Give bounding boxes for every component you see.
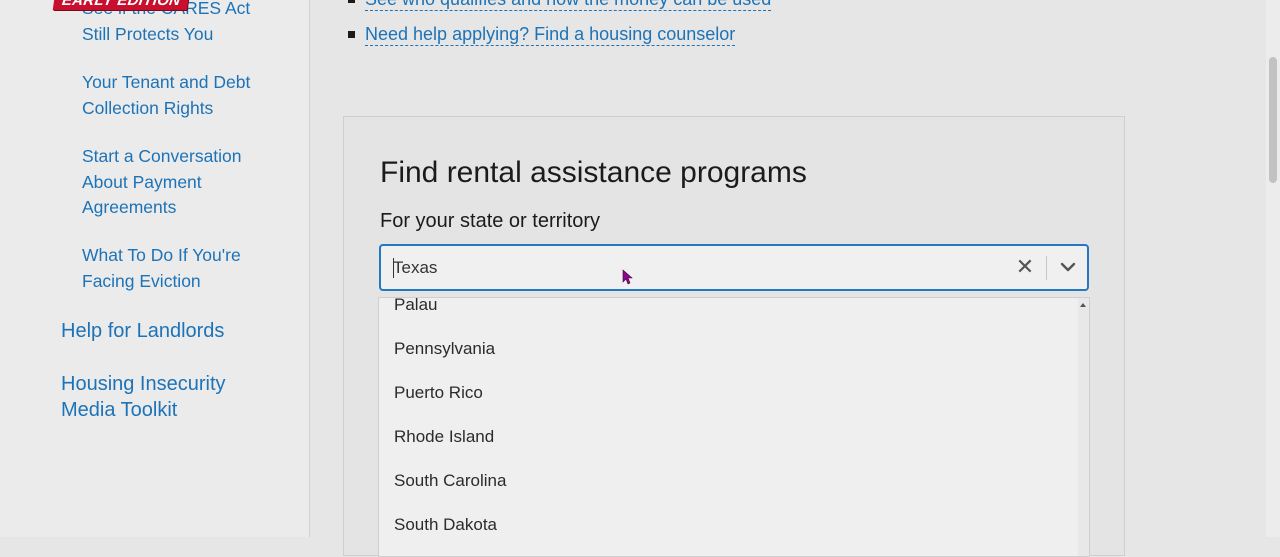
state-select[interactable]: Texas ✕ (379, 244, 1089, 291)
select-divider (1046, 256, 1047, 280)
option-puerto-rico[interactable]: Puerto Rico (394, 382, 483, 404)
sidebar-nav: See if the CARES Act Still Protects You … (0, 0, 310, 537)
option-palau[interactable]: Palau (394, 298, 437, 316)
state-field-label: For your state or territory (380, 210, 601, 232)
close-icon[interactable]: ✕ (1014, 255, 1036, 279)
qualifies-link[interactable]: See who qualifies and how the money can … (365, 0, 772, 11)
page-scrollbar[interactable] (1266, 0, 1280, 537)
page-scrollbar-thumb[interactable] (1269, 57, 1277, 183)
sidebar-link-payment-agreements[interactable]: Start a Conversation About Payment Agree… (82, 144, 262, 221)
scroll-up-icon[interactable] (1080, 303, 1086, 307)
finder-title: Find rental assistance programs (380, 156, 807, 189)
option-south-dakota[interactable]: South Dakota (394, 514, 497, 536)
sidebar-link-tenant-rights[interactable]: Your Tenant and Debt Collection Rights (82, 70, 282, 121)
mouse-cursor-icon (622, 269, 633, 285)
dropdown-scrollbar[interactable] (1078, 298, 1089, 556)
sidebar-link-help-landlords[interactable]: Help for Landlords (61, 318, 291, 344)
text-caret (393, 258, 394, 278)
chevron-down-icon[interactable] (1055, 254, 1081, 280)
state-options-list[interactable]: Palau Pennsylvania Puerto Rico Rhode Isl… (378, 297, 1090, 557)
option-rhode-island[interactable]: Rhode Island (394, 426, 494, 448)
option-south-carolina[interactable]: South Carolina (394, 470, 506, 492)
early-edition-badge: EARLY EDITION (52, 0, 190, 10)
sidebar-link-facing-eviction[interactable]: What To Do If You're Facing Eviction (82, 243, 262, 294)
option-pennsylvania[interactable]: Pennsylvania (394, 338, 495, 360)
bullet-icon (348, 31, 355, 38)
housing-counselor-link[interactable]: Need help applying? Find a housing couns… (365, 23, 736, 46)
state-select-value[interactable]: Texas (393, 258, 437, 278)
bullet-icon (348, 0, 355, 3)
sidebar-link-media-toolkit[interactable]: Housing Insecurity Media Toolkit (61, 371, 261, 423)
